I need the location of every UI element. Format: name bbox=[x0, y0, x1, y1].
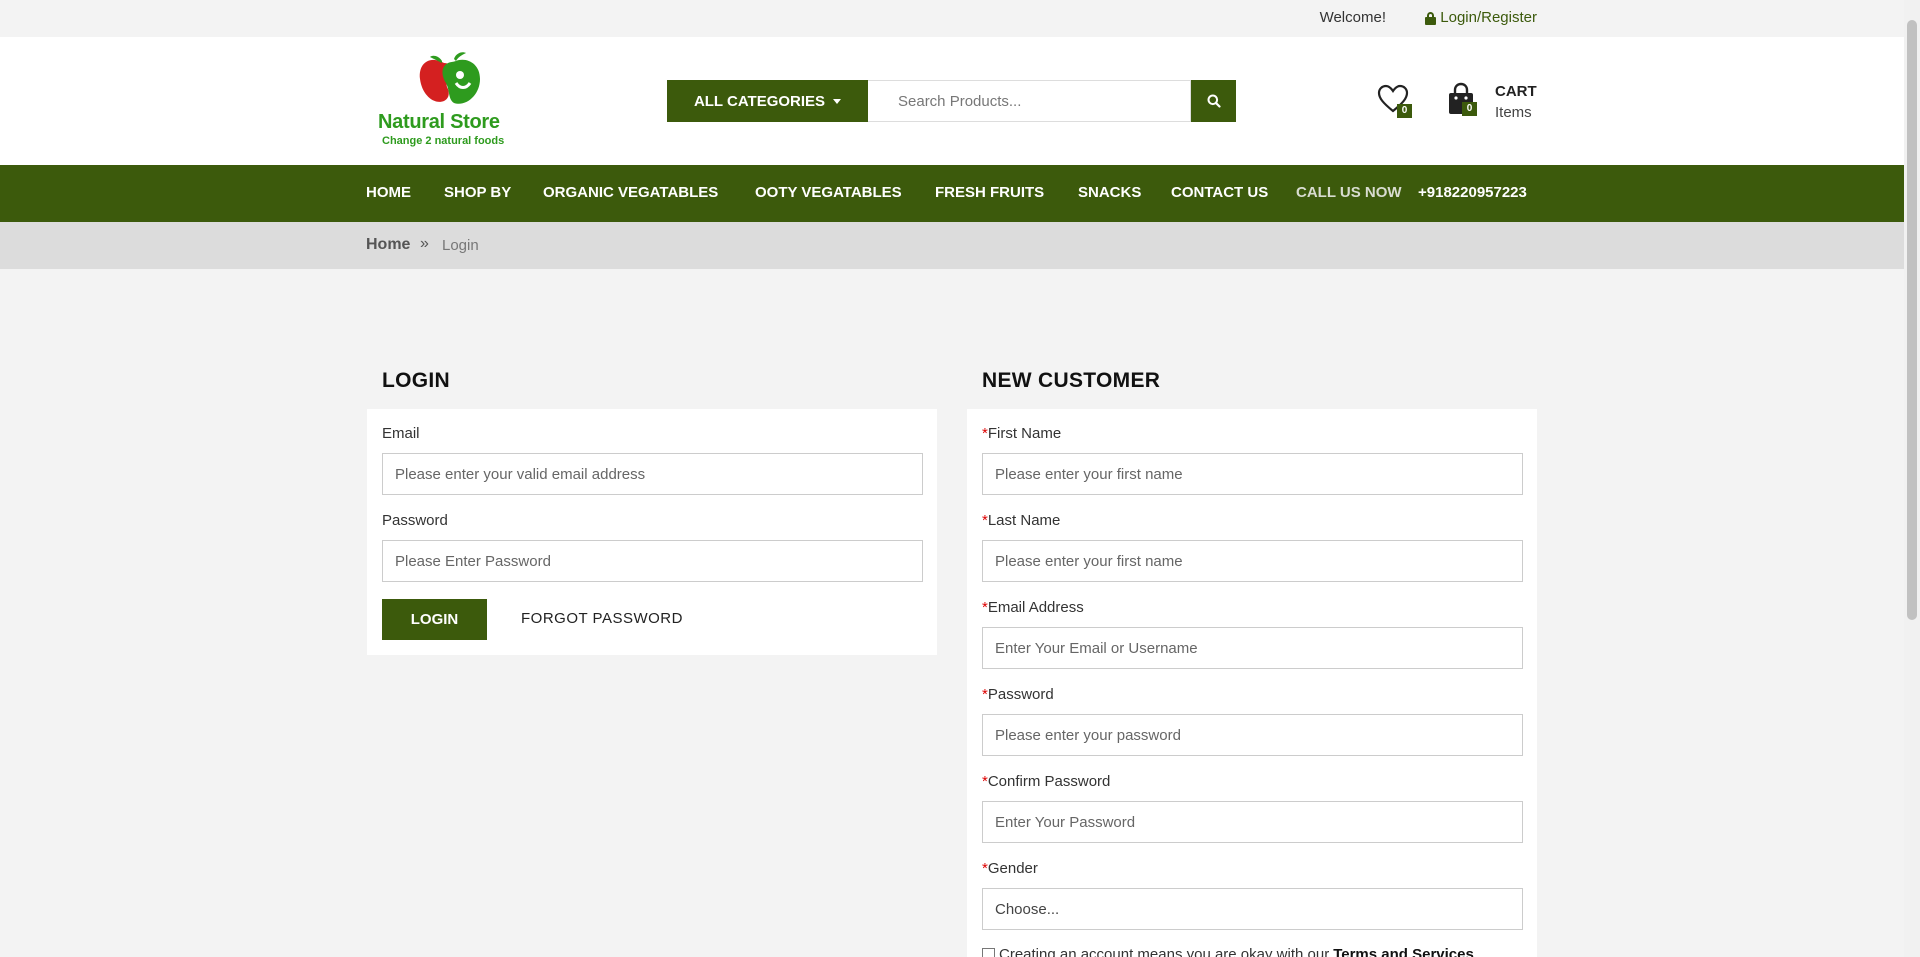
terms-text: Creating an account means you are okay w… bbox=[999, 946, 1330, 957]
nav-item-organic-vegatables[interactable]: ORGANIC VEGATABLES bbox=[543, 184, 718, 201]
cart-title: CART bbox=[1495, 83, 1537, 100]
register-email-label: *Email Address bbox=[982, 599, 1084, 616]
nav-item-snacks[interactable]: SNACKS bbox=[1078, 184, 1141, 201]
wishlist-button[interactable]: 0 bbox=[1377, 84, 1413, 120]
main-nav: HOME SHOP BY ORGANIC VEGATABLES OOTY VEG… bbox=[0, 165, 1904, 222]
nav-item-shop-by[interactable]: SHOP BY bbox=[444, 184, 511, 201]
register-password-label: *Password bbox=[982, 686, 1054, 703]
first-name-label: *First Name bbox=[982, 425, 1062, 442]
all-categories-label: ALL CATEGORIES bbox=[693, 92, 826, 110]
caret-down-icon bbox=[833, 98, 842, 104]
search-bar: ALL CATEGORIES bbox=[667, 80, 1236, 122]
confirm-password-label: *Confirm Password bbox=[982, 773, 1111, 790]
top-bar: Welcome! Login/Register bbox=[0, 0, 1920, 37]
last-name-label: *Last Name bbox=[982, 512, 1061, 529]
first-name-field[interactable] bbox=[982, 453, 1523, 495]
breadcrumb-home[interactable]: Home bbox=[366, 236, 410, 254]
store-logo[interactable]: Natural Store Change 2 natural foods bbox=[376, 49, 528, 149]
new-customer-title: NEW CUSTOMER bbox=[982, 369, 1161, 392]
search-icon bbox=[1207, 94, 1221, 108]
nav-item-fresh-fruits[interactable]: FRESH FRUITS bbox=[935, 184, 1044, 201]
nav-item-ooty-vegatables[interactable]: OOTY VEGATABLES bbox=[755, 184, 902, 201]
all-categories-dropdown[interactable]: ALL CATEGORIES bbox=[667, 80, 868, 122]
login-register-link[interactable]: Login/Register bbox=[1425, 9, 1537, 26]
gender-select[interactable]: Choose... bbox=[982, 888, 1523, 930]
double-chevron-right-icon: » bbox=[420, 235, 429, 252]
forgot-password-link[interactable]: FORGOT PASSWORD bbox=[521, 610, 683, 627]
nav-item-contact-us[interactable]: CONTACT US bbox=[1171, 184, 1268, 201]
call-us-label: CALL US NOW bbox=[1296, 184, 1402, 201]
last-name-field[interactable] bbox=[982, 540, 1523, 582]
login-register-label: Login/Register bbox=[1440, 9, 1537, 26]
brand-tagline: Change 2 natural foods bbox=[382, 135, 505, 147]
cart-label[interactable]: CART Items bbox=[1495, 81, 1537, 123]
scrollbar-thumb[interactable] bbox=[1907, 20, 1917, 620]
confirm-password-field[interactable] bbox=[982, 801, 1523, 843]
terms-link[interactable]: Terms and Services bbox=[1333, 946, 1474, 957]
lock-icon bbox=[1425, 11, 1437, 25]
brand-name: Natural Store bbox=[378, 111, 500, 133]
nav-item-home[interactable]: HOME bbox=[366, 184, 411, 201]
login-title: LOGIN bbox=[382, 369, 450, 392]
register-password-field[interactable] bbox=[982, 714, 1523, 756]
phone-number-link[interactable]: +918220957223 bbox=[1418, 184, 1527, 201]
page-scrollbar[interactable] bbox=[1904, 0, 1920, 957]
login-password-field[interactable] bbox=[382, 540, 923, 582]
search-input[interactable] bbox=[868, 80, 1191, 122]
cart-count-badge: 0 bbox=[1462, 102, 1477, 116]
breadcrumb: Home » Login bbox=[0, 222, 1904, 269]
breadcrumb-current: Login bbox=[442, 237, 479, 254]
gender-label: *Gender bbox=[982, 860, 1038, 877]
login-email-field[interactable] bbox=[382, 453, 923, 495]
terms-row: Creating an account means you are okay w… bbox=[982, 946, 1474, 957]
site-header: Natural Store Change 2 natural foods ALL… bbox=[0, 37, 1904, 165]
welcome-text: Welcome! bbox=[1319, 9, 1386, 26]
cart-button[interactable]: 0 bbox=[1446, 82, 1482, 118]
login-email-label: Email bbox=[382, 425, 420, 442]
login-button[interactable]: LOGIN bbox=[382, 599, 487, 640]
wishlist-count-badge: 0 bbox=[1397, 104, 1412, 118]
terms-checkbox[interactable] bbox=[982, 948, 995, 957]
search-button[interactable] bbox=[1191, 80, 1236, 122]
register-email-field[interactable] bbox=[982, 627, 1523, 669]
login-password-label: Password bbox=[382, 512, 448, 529]
cart-items-label: Items bbox=[1495, 104, 1532, 121]
apple-logo-icon bbox=[419, 52, 480, 104]
